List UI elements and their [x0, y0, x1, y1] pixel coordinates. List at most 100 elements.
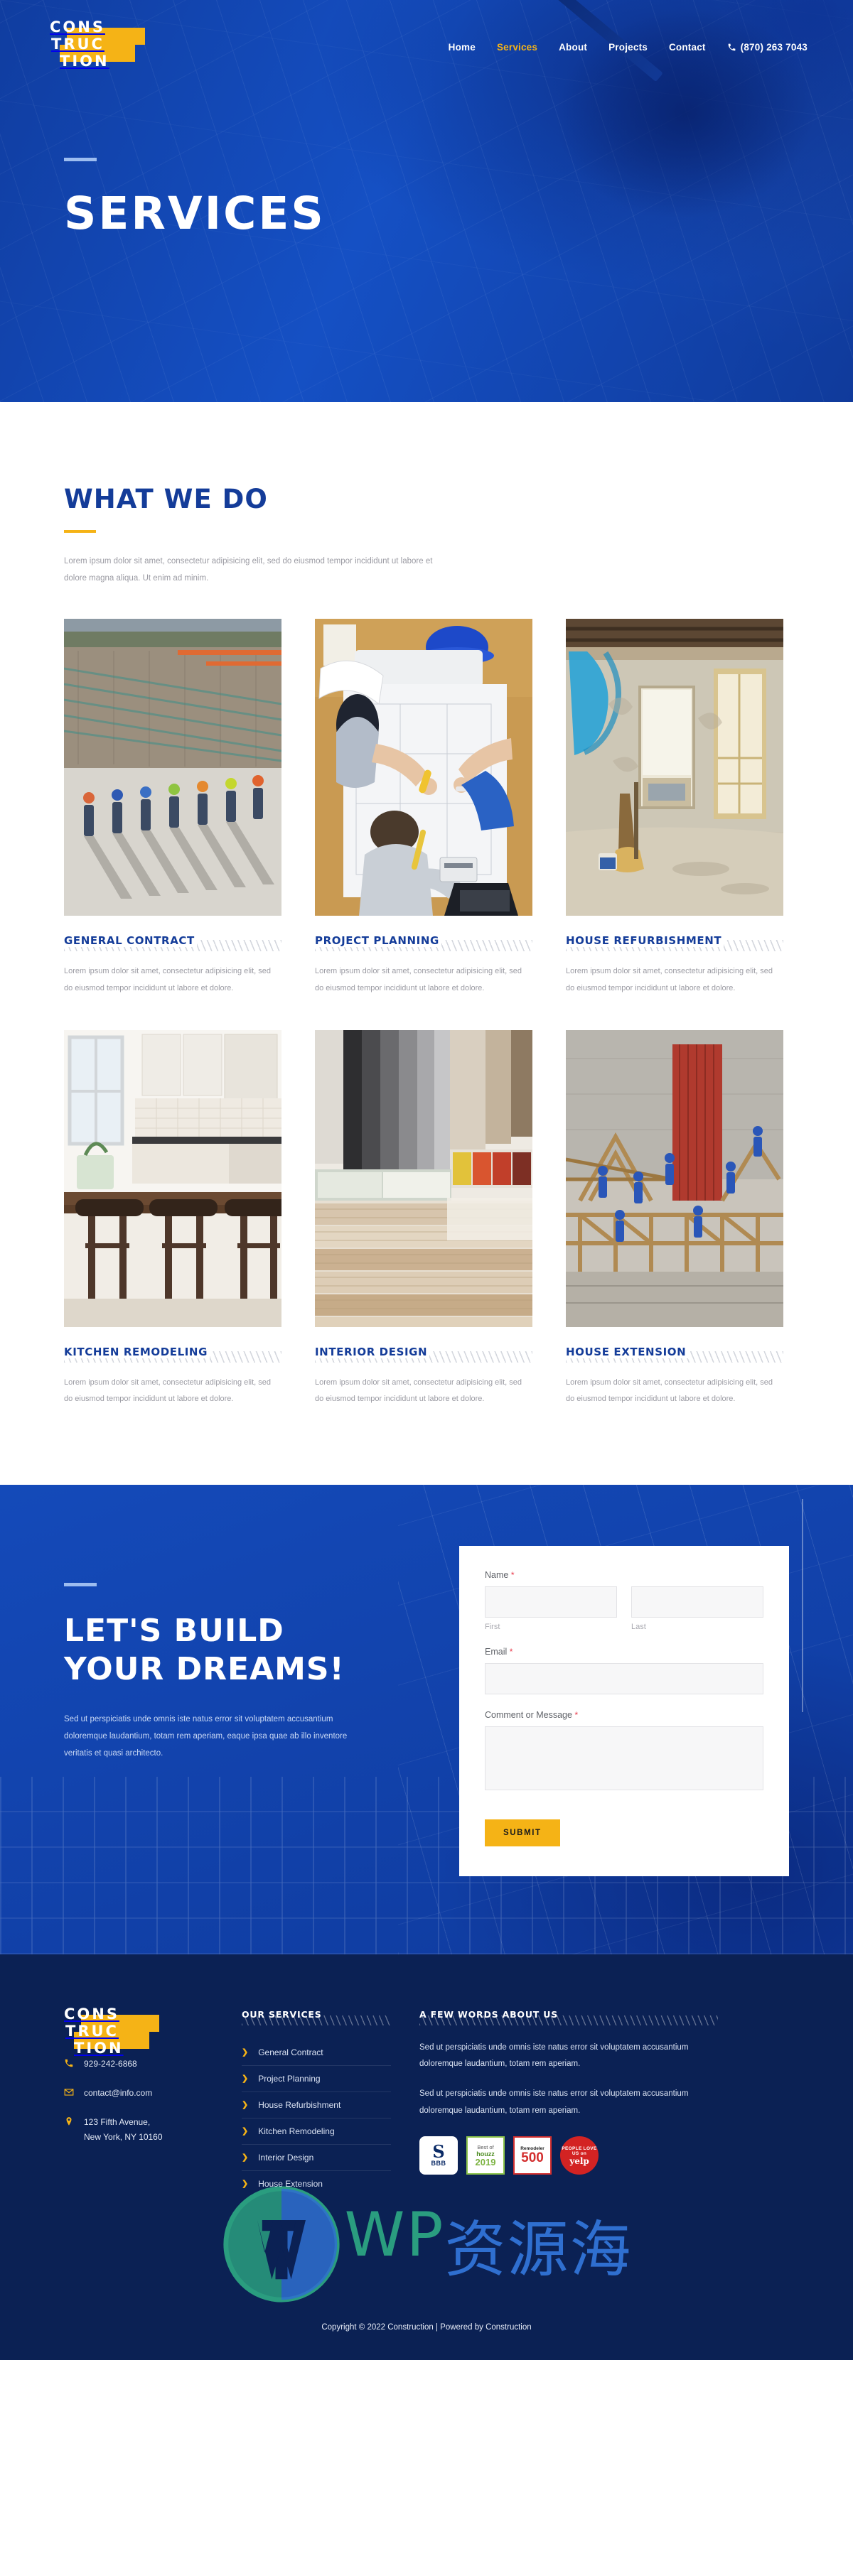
name-field-group: Name * First Last: [485, 1570, 763, 1631]
footer-services-column: OUR SERVICES ❯ General Contract ❯ Project …: [242, 2006, 419, 2197]
required-asterisk: *: [510, 1569, 515, 1580]
submit-button[interactable]: SUBMIT: [485, 1819, 560, 1846]
name-label: Name *: [485, 1570, 763, 1580]
service-image-house-refurbishment: [566, 619, 783, 916]
yelp-badge[interactable]: PEOPLE LOVE US on yelp: [560, 2136, 599, 2175]
phone-icon: [65, 2059, 73, 2067]
service-image-house-extension: [566, 1029, 783, 1327]
footer-logo-line-2: TRUC: [65, 2022, 119, 2040]
service-card[interactable]: GENERAL CONTRACT Lorem ipsum dolor sit a…: [64, 619, 281, 997]
cta-heading-line1: LET'S BUILD: [64, 1612, 284, 1649]
first-name-input[interactable]: [485, 1586, 617, 1618]
what-we-do-section: WHAT WE DO Lorem ipsum dolor sit amet, c…: [0, 402, 853, 1408]
footer-address-text: 123 Fifth Avenue, New York, NY 10160: [84, 2115, 163, 2145]
cta-tower: [802, 1498, 803, 1712]
footer-service-item[interactable]: ❯ General Contract: [242, 2040, 391, 2066]
footer-service-item[interactable]: ❯ Project Planning: [242, 2066, 391, 2092]
message-label: Comment or Message *: [485, 1710, 763, 1720]
houzz-badge[interactable]: Best of houzz 2019: [466, 2136, 505, 2175]
service-card-title: HOUSE EXTENSION: [566, 1345, 689, 1358]
footer-service-link[interactable]: Kitchen Remodeling: [258, 2126, 334, 2136]
service-card-header: GENERAL CONTRACT: [64, 934, 281, 952]
main-nav: Home Services About Projects Contact (87…: [449, 39, 808, 53]
nav-item-about[interactable]: About: [559, 42, 587, 53]
footer-services-heading-text: OUR SERVICES: [242, 2008, 322, 2020]
service-card-description: Lorem ipsum dolor sit amet, consectetur …: [315, 967, 522, 992]
email-input[interactable]: [485, 1662, 763, 1694]
chevron-right-icon: ❯: [242, 2048, 249, 2057]
service-card-title: PROJECT PLANNING: [315, 934, 441, 948]
yelp-badge-line1: PEOPLE LOVE US on: [562, 2145, 597, 2157]
service-card-title: INTERIOR DESIGN: [315, 1345, 430, 1358]
service-card[interactable]: KITCHEN REMODELING Lorem ipsum dolor sit…: [64, 1029, 281, 1408]
footer-service-link[interactable]: Interior Design: [258, 2153, 313, 2163]
service-card[interactable]: HOUSE REFURBISHMENT Lorem ipsum dolor si…: [566, 619, 783, 997]
footer-address-line1: 123 Fifth Avenue,: [84, 2116, 151, 2127]
construction-site-photo: [64, 619, 281, 916]
service-card[interactable]: PROJECT PLANNING Lorem ipsum dolor sit a…: [315, 619, 532, 997]
footer-service-item[interactable]: ❯ Kitchen Remodeling: [242, 2118, 391, 2145]
service-card[interactable]: HOUSE EXTENSION Lorem ipsum dolor sit am…: [566, 1029, 783, 1408]
footer-company-column: CONS TRUC TION 929-242-6868 contact@info…: [64, 2006, 242, 2197]
email-field-group: Email *: [485, 1647, 763, 1694]
site-footer: CONS TRUC TION 929-242-6868 contact@info…: [0, 1954, 853, 2360]
footer-logo[interactable]: CONS TRUC TION: [64, 2006, 242, 2057]
service-card-description: Lorem ipsum dolor sit amet, consectetur …: [566, 1378, 773, 1404]
remodeler-badge-number: 500: [521, 2150, 544, 2166]
envelope-icon: [64, 2089, 74, 2096]
bbb-badge[interactable]: S BBB: [419, 2136, 458, 2175]
footer-phone-text: 929-242-6868: [84, 2058, 137, 2069]
last-name-sublabel: Last: [631, 1622, 646, 1631]
footer-service-link[interactable]: General Contract: [258, 2047, 323, 2057]
footer-about-heading-text: A FEW WORDS ABOUT US: [419, 2008, 559, 2020]
service-card-header: HOUSE REFURBISHMENT: [566, 934, 783, 952]
service-card-header: KITCHEN REMODELING: [64, 1345, 281, 1363]
nav-item-contact[interactable]: Contact: [669, 42, 706, 53]
footer-email-text: contact@info.com: [84, 2087, 153, 2098]
phone-icon: [728, 43, 735, 50]
footer-phone[interactable]: 929-242-6868: [64, 2057, 242, 2072]
service-card-title: HOUSE REFURBISHMENT: [566, 934, 724, 948]
footer-logo-line-3: TION: [74, 2039, 124, 2057]
service-card-description: Lorem ipsum dolor sit amet, consectetur …: [64, 1378, 272, 1404]
last-name-input[interactable]: [631, 1586, 763, 1618]
footer-service-link[interactable]: House Refurbishment: [258, 2100, 340, 2110]
watermark-text: WP 资源海: [345, 2199, 633, 2288]
nav-item-home[interactable]: Home: [449, 42, 476, 53]
message-textarea[interactable]: [485, 1726, 763, 1790]
cta-text-block: LET'S BUILD YOUR DREAMS! Sed ut perspici…: [64, 1553, 398, 1763]
logo-line-3: TION: [60, 53, 109, 70]
nav-item-services[interactable]: Services: [497, 42, 537, 53]
footer-service-link[interactable]: House Extension: [258, 2179, 323, 2189]
section-lead-text: Lorem ipsum dolor sit amet, consectetur …: [64, 557, 433, 583]
refurbishment-room-photo: [566, 619, 783, 916]
footer-address-line2: New York, NY 10160: [84, 2131, 163, 2142]
footer-service-item[interactable]: ❯ House Refurbishment: [242, 2092, 391, 2118]
logo-line-1: CONS: [50, 18, 105, 36]
nav-item-projects[interactable]: Projects: [608, 42, 648, 53]
services-card-grid: GENERAL CONTRACT Lorem ipsum dolor sit a…: [64, 587, 789, 1408]
cta-accent-dash: [64, 1582, 97, 1586]
service-card-description: Lorem ipsum dolor sit amet, consectetur …: [315, 1378, 522, 1404]
chevron-right-icon: ❯: [242, 2127, 249, 2136]
yelp-badge-wordmark: yelp: [569, 2155, 589, 2166]
site-logo[interactable]: CONS TRUC TION: [50, 18, 156, 72]
nav-phone-link[interactable]: (870) 263 7043: [727, 42, 808, 53]
footer-email[interactable]: contact@info.com: [64, 2086, 242, 2101]
footer-service-item[interactable]: ❯ Interior Design: [242, 2145, 391, 2171]
name-label-text: Name: [485, 1569, 509, 1580]
copyright-text: Copyright © 2022 Construction | Powered …: [321, 2322, 532, 2332]
message-field-group: Comment or Message *: [485, 1710, 763, 1794]
remodeler-500-badge[interactable]: Remodeler 500: [513, 2136, 552, 2175]
footer-service-link[interactable]: Project Planning: [258, 2074, 320, 2084]
material-samples-photo: [315, 1029, 532, 1327]
heading-underline: [64, 530, 96, 533]
houzz-badge-line1: Best of: [477, 2144, 494, 2151]
chevron-right-icon: ❯: [242, 2153, 249, 2163]
blueprint-meeting-photo: [315, 619, 532, 916]
service-card[interactable]: INTERIOR DESIGN Lorem ipsum dolor sit am…: [315, 1029, 532, 1408]
hero-content: SERVICES: [0, 80, 853, 236]
service-card-header: HOUSE EXTENSION: [566, 1345, 783, 1363]
footer-address: 123 Fifth Avenue, New York, NY 10160: [64, 2115, 242, 2145]
footer-service-item[interactable]: ❯ House Extension: [242, 2171, 391, 2197]
